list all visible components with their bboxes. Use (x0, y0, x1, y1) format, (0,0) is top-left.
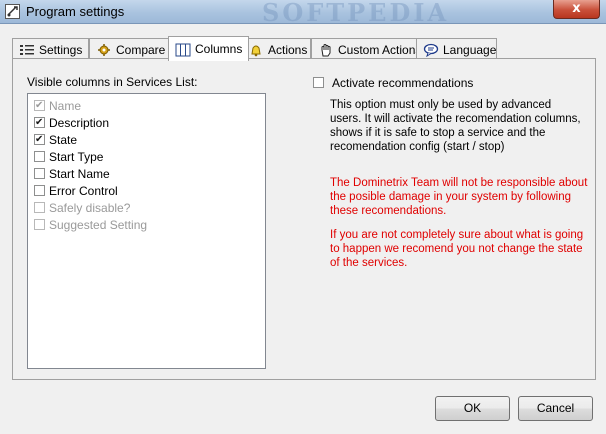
tab-label: Compare (116, 42, 166, 57)
tab-custom-actions[interactable]: Custom Actions (311, 38, 421, 59)
list-item[interactable]: Error Control (34, 182, 118, 198)
tab-label: Columns (195, 41, 243, 56)
window-title: Program settings (26, 4, 125, 19)
list-item[interactable]: Description (34, 114, 109, 131)
visible-columns-label: Visible columns in Services List: (27, 75, 198, 89)
list-item: Safely disable? (34, 199, 130, 215)
checkbox[interactable] (34, 115, 45, 131)
recommendations-info-text: This option must only be used by advance… (330, 99, 581, 153)
gear-icon (96, 43, 112, 57)
cancel-button[interactable]: Cancel (518, 396, 593, 421)
list-item: Suggested Setting (34, 216, 147, 232)
checkbox[interactable] (34, 132, 45, 148)
checkbox (34, 219, 45, 231)
tab-columns[interactable]: Columns (168, 36, 249, 61)
tab-label: Actions (268, 42, 308, 57)
list-icon (19, 43, 35, 57)
checkbox (34, 98, 45, 114)
activate-recommendations-label: Activate recommendations (332, 75, 474, 90)
speech-bubble-icon (423, 43, 439, 57)
app-icon (5, 4, 20, 19)
tab-label: Settings (39, 42, 83, 57)
columns-icon (175, 42, 191, 57)
columns-list[interactable]: Name Description State Start Type Start … (27, 93, 266, 369)
tab-label: Custom Actions (338, 42, 422, 57)
tab-settings[interactable]: Settings (12, 38, 89, 59)
list-item[interactable]: State (34, 131, 77, 148)
close-icon: x (572, 1, 581, 16)
hand-icon (318, 43, 334, 57)
close-button[interactable]: x (553, 0, 600, 19)
tab-language[interactable]: Language (416, 38, 497, 59)
ok-button[interactable]: OK (435, 396, 510, 421)
change-state-warning-text: If you are not completely sure about wha… (330, 229, 584, 269)
responsibility-warning-text: The Dominetrix Team will not be responsi… (330, 177, 588, 217)
checkbox (34, 202, 45, 214)
bell-icon (248, 43, 264, 57)
list-item: Name (34, 97, 81, 114)
list-item[interactable]: Start Name (34, 165, 110, 181)
checkbox[interactable] (34, 168, 45, 180)
checkbox[interactable] (313, 77, 324, 89)
watermark: SOFTPEDIA (262, 0, 450, 27)
tab-compare[interactable]: Compare (89, 38, 173, 59)
list-item[interactable]: Start Type (34, 148, 103, 164)
checkbox[interactable] (34, 185, 45, 197)
activate-recommendations-checkbox[interactable]: Activate recommendations (313, 75, 473, 90)
title-bar[interactable]: Program settings SOFTPEDIA x (0, 0, 606, 27)
checkbox[interactable] (34, 151, 45, 163)
tab-label: Language (443, 42, 497, 57)
tab-actions[interactable]: Actions (241, 38, 311, 59)
